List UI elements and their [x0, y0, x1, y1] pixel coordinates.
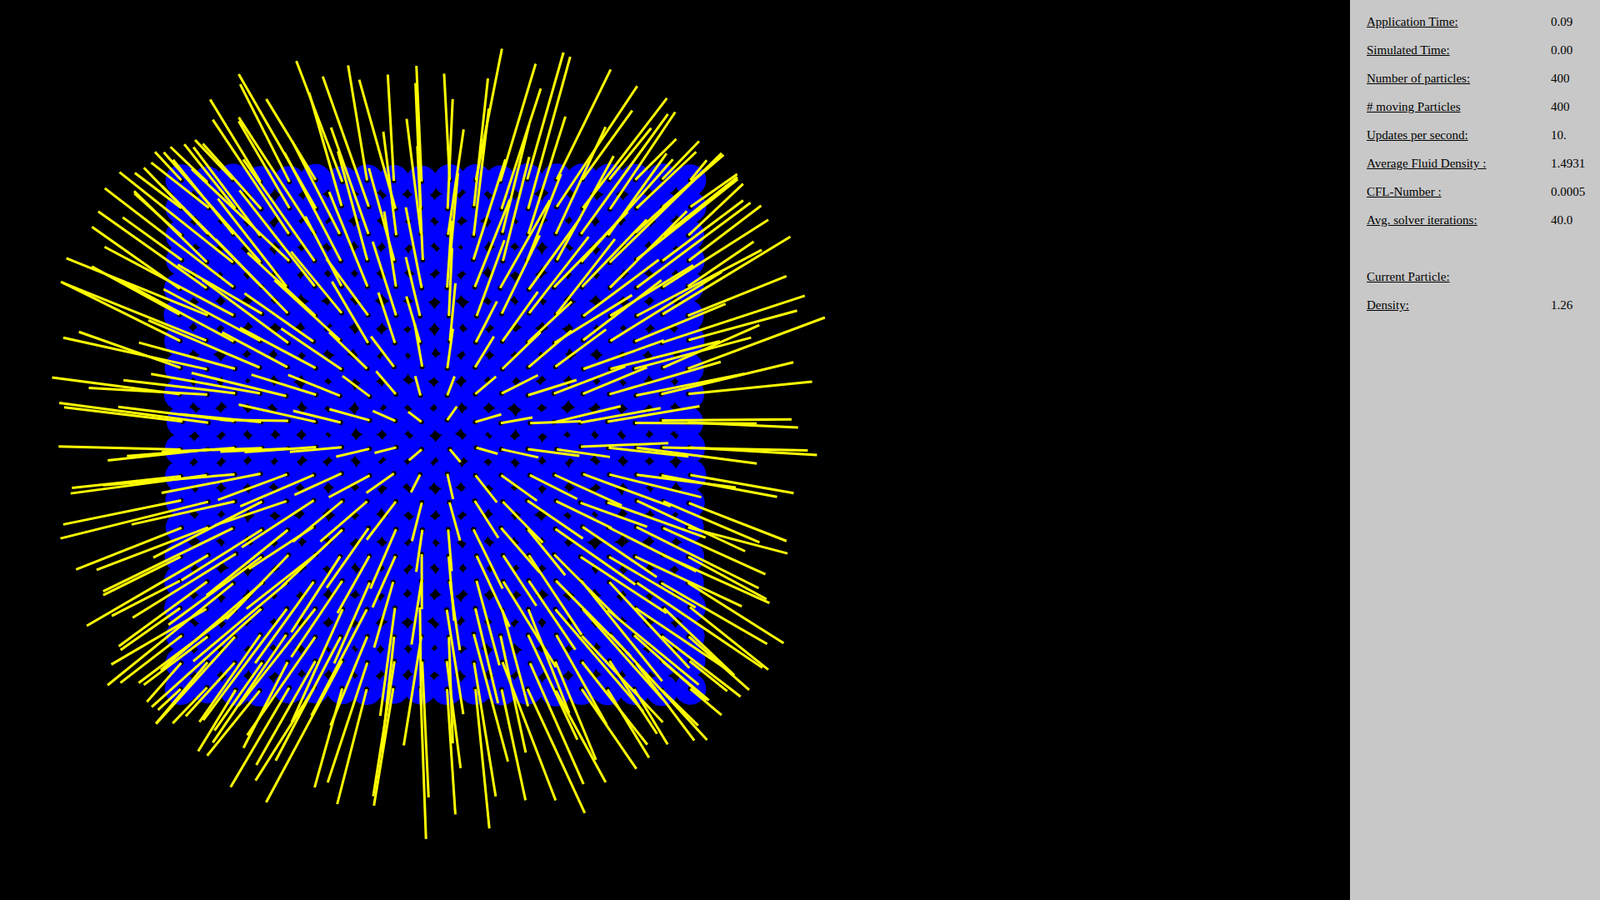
stat-value: 0.09 — [1550, 12, 1573, 32]
info-panel: Application Time:0.09Simulated Time:0.00… — [1350, 0, 1600, 900]
stat-value: 0.0005 — [1550, 182, 1585, 202]
stat-value: 1.26 — [1550, 295, 1573, 315]
stat-label: Average Fluid Density : — [1366, 154, 1551, 174]
stat-row: Application Time:0.09 — [1366, 7, 1600, 36]
stat-row: Average Fluid Density :1.4931 — [1366, 149, 1600, 178]
stat-value: 0.00 — [1550, 40, 1573, 60]
stat-label: CFL-Number : — [1366, 182, 1551, 202]
stat-row: CFL-Number :0.0005 — [1366, 177, 1600, 206]
stat-label: Current Particle: — [1366, 267, 1551, 287]
stat-label: Density: — [1366, 295, 1551, 315]
stat-row: Updates per second:10. — [1366, 120, 1600, 150]
stat-row: Simulated Time:0.00 — [1366, 35, 1600, 65]
stat-label: Number of particles: — [1366, 69, 1551, 89]
stat-value: 10. — [1550, 125, 1567, 145]
stat-row: Avg. solver iterations:40.0 — [1366, 205, 1600, 235]
stat-row: # moving Particles400 — [1366, 92, 1600, 121]
stat-label: Updates per second: — [1366, 125, 1551, 145]
stat-row: Number of particles:400 — [1366, 64, 1600, 93]
stat-row: Density:1.26 — [1366, 290, 1600, 320]
stat-value: 400 — [1550, 97, 1570, 117]
simulation-canvas[interactable] — [0, 0, 1350, 900]
stat-value: 400 — [1550, 69, 1570, 89]
stat-label: Avg. solver iterations: — [1366, 210, 1551, 230]
stat-value: 40.0 — [1550, 210, 1573, 230]
stat-label: Application Time: — [1366, 12, 1551, 32]
stat-value: 1.4931 — [1550, 154, 1585, 174]
stat-label: Simulated Time: — [1366, 40, 1551, 60]
stat-label: # moving Particles — [1366, 97, 1551, 117]
particle-view[interactable] — [0, 0, 1350, 900]
stat-row: Current Particle: — [1366, 262, 1600, 291]
